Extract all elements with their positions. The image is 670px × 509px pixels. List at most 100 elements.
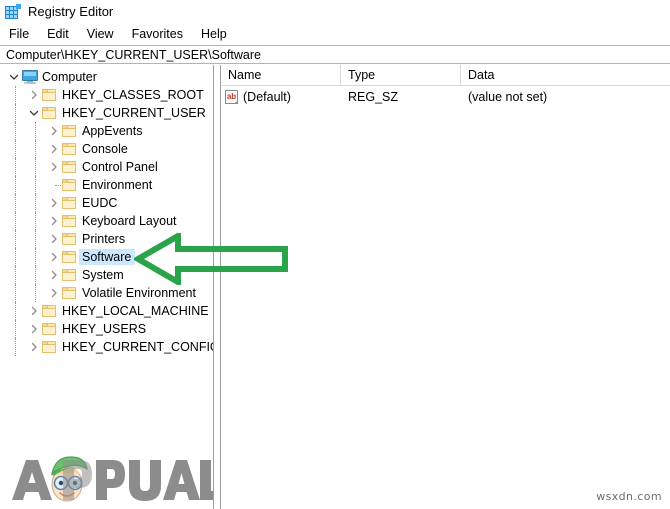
chevron-right-icon[interactable] bbox=[26, 338, 42, 356]
chevron-down-icon[interactable] bbox=[6, 68, 22, 86]
tree-item-label: Console bbox=[82, 142, 128, 156]
tree-item-icon bbox=[42, 104, 59, 122]
tree-item-icon bbox=[42, 320, 59, 338]
menu-item-favorites[interactable]: Favorites bbox=[129, 26, 192, 42]
chevron-right-icon[interactable] bbox=[46, 230, 62, 248]
tree-guide-line bbox=[15, 320, 16, 338]
column-header-type[interactable]: Type bbox=[341, 65, 461, 86]
value-name-cell: ab (Default) bbox=[221, 86, 341, 107]
menu-item-file[interactable]: File bbox=[6, 26, 38, 42]
tree-item-label: HKEY_USERS bbox=[62, 322, 147, 336]
registry-tree: Computer HKEY_CLASSES_ROOT HKEY_CURRENT_US… bbox=[0, 65, 213, 356]
folder-icon bbox=[62, 143, 76, 155]
chevron-right-icon[interactable] bbox=[46, 158, 62, 176]
column-header-data[interactable]: Data bbox=[461, 65, 670, 86]
tree-guide-line bbox=[15, 266, 16, 284]
tree-item-label: HKEY_CURRENT_CONFIG bbox=[62, 340, 214, 354]
chevron-right-icon[interactable] bbox=[26, 320, 42, 338]
folder-icon bbox=[62, 287, 76, 299]
tree-item-printers[interactable]: Printers bbox=[0, 230, 213, 248]
tree-item-eudc[interactable]: EUDC bbox=[0, 194, 213, 212]
tree-guide-line bbox=[35, 230, 36, 248]
value-name-text: (Default) bbox=[243, 89, 291, 104]
chevron-down-icon[interactable] bbox=[26, 104, 42, 122]
tree-item-icon bbox=[62, 248, 79, 266]
folder-icon bbox=[42, 107, 56, 119]
chevron-right-icon[interactable] bbox=[46, 140, 62, 158]
address-bar[interactable]: Computer\HKEY_CURRENT_USER\Software bbox=[0, 45, 670, 64]
tree-item-computer[interactable]: Computer bbox=[0, 68, 213, 86]
chevron-right-icon[interactable] bbox=[46, 212, 62, 230]
chevron-right-icon[interactable] bbox=[26, 302, 42, 320]
tree-item-label: Computer bbox=[42, 70, 97, 84]
tree-item-icon bbox=[62, 158, 79, 176]
tree-guide-line bbox=[15, 176, 16, 194]
tree-item-icon bbox=[62, 140, 79, 158]
tree-guide-line bbox=[15, 338, 16, 356]
tree-item-system[interactable]: System bbox=[0, 266, 213, 284]
tree-item-keyboard-layout[interactable]: Keyboard Layout bbox=[0, 212, 213, 230]
folder-icon bbox=[42, 305, 56, 317]
tree-item-icon bbox=[22, 68, 39, 86]
tree-guide-line bbox=[35, 248, 36, 266]
tree-item-console[interactable]: Console bbox=[0, 140, 213, 158]
chevron-right-icon[interactable] bbox=[26, 86, 42, 104]
column-header-name[interactable]: Name bbox=[221, 65, 341, 86]
chevron-right-icon[interactable] bbox=[46, 266, 62, 284]
value-list-header: Name Type Data bbox=[221, 65, 670, 86]
tree-guide-line bbox=[35, 266, 36, 284]
menu-item-help[interactable]: Help bbox=[198, 26, 236, 42]
registry-tree-pane[interactable]: Computer HKEY_CLASSES_ROOT HKEY_CURRENT_US… bbox=[0, 65, 214, 509]
chevron-right-icon[interactable] bbox=[46, 122, 62, 140]
tree-item-icon bbox=[62, 230, 79, 248]
tree-item-icon bbox=[62, 212, 79, 230]
tree-item-hkey-local-machine[interactable]: HKEY_LOCAL_MACHINE bbox=[0, 302, 213, 320]
tree-item-hkey-current-config[interactable]: HKEY_CURRENT_CONFIG bbox=[0, 338, 213, 356]
window-title: Registry Editor bbox=[28, 4, 114, 19]
pane-splitter[interactable] bbox=[214, 65, 221, 509]
tree-guide-line bbox=[35, 212, 36, 230]
tree-guide-line bbox=[35, 140, 36, 158]
chevron-right-icon[interactable] bbox=[46, 248, 62, 266]
registry-path-text: Computer\HKEY_CURRENT_USER\Software bbox=[6, 47, 261, 62]
tree-item-volatile-environment[interactable]: Volatile Environment bbox=[0, 284, 213, 302]
menu-item-edit[interactable]: Edit bbox=[44, 26, 78, 42]
tree-item-label: AppEvents bbox=[82, 124, 143, 138]
tree-item-control-panel[interactable]: Control Panel bbox=[0, 158, 213, 176]
value-type-cell: REG_SZ bbox=[348, 89, 399, 104]
tree-item-hkey-classes-root[interactable]: HKEY_CLASSES_ROOT bbox=[0, 86, 213, 104]
tree-item-label: Volatile Environment bbox=[82, 286, 196, 300]
menu-item-view[interactable]: View bbox=[84, 26, 123, 42]
tree-item-label: HKEY_LOCAL_MACHINE bbox=[62, 304, 209, 318]
tree-guide-line bbox=[15, 158, 16, 176]
tree-item-icon bbox=[62, 284, 79, 302]
tree-guide-line bbox=[15, 104, 16, 122]
tree-item-appevents[interactable]: AppEvents bbox=[0, 122, 213, 140]
tree-item-label: System bbox=[82, 268, 124, 282]
folder-icon bbox=[62, 215, 76, 227]
chevron-right-icon[interactable] bbox=[46, 194, 62, 212]
tree-item-hkey-current-user[interactable]: HKEY_CURRENT_USER bbox=[0, 104, 213, 122]
tree-item-software[interactable]: Software bbox=[0, 248, 213, 266]
folder-icon bbox=[62, 251, 76, 263]
computer-monitor-icon bbox=[22, 70, 38, 84]
registry-editor-icon bbox=[5, 3, 21, 20]
registry-value-list-pane[interactable]: Name Type Data ab (Default) REG_SZ (value n… bbox=[221, 65, 670, 509]
folder-icon bbox=[62, 233, 76, 245]
tree-item-environment[interactable]: Environment bbox=[0, 176, 213, 194]
value-list-row[interactable]: ab (Default) REG_SZ (value not set) bbox=[221, 86, 670, 107]
tree-item-hkey-users[interactable]: HKEY_USERS bbox=[0, 320, 213, 338]
chevron-right-icon[interactable] bbox=[46, 284, 62, 302]
tree-guide-line bbox=[35, 194, 36, 212]
value-list-body: ab (Default) REG_SZ (value not set) bbox=[221, 86, 670, 107]
